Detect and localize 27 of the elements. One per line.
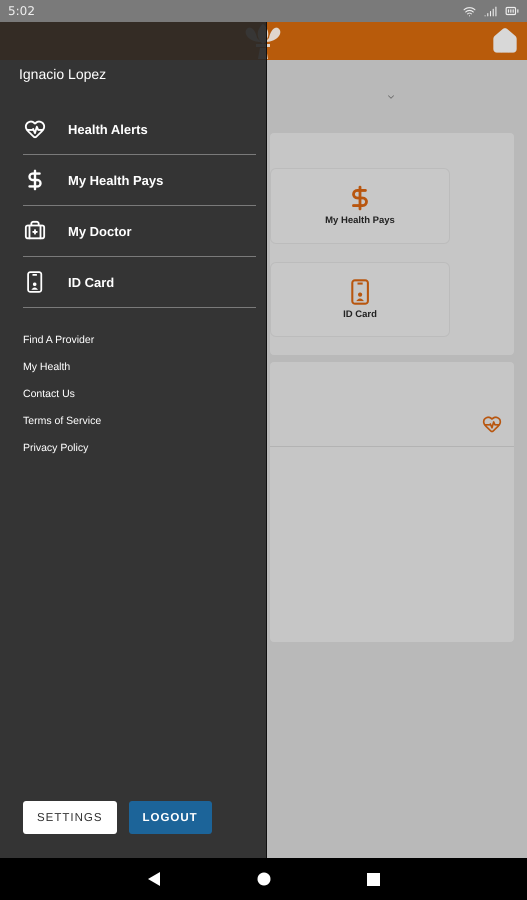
drawer-item[interactable]: ID Card — [23, 257, 256, 308]
heart-pulse-icon — [482, 414, 502, 434]
recents-icon[interactable] — [367, 872, 380, 886]
battery-icon — [505, 4, 519, 18]
heart-pulse-icon — [24, 118, 46, 140]
id-phone-icon — [350, 278, 370, 305]
home-icon[interactable] — [491, 27, 519, 55]
wifi-icon — [463, 4, 476, 18]
back-icon[interactable] — [147, 871, 161, 887]
home-circle-icon[interactable] — [257, 872, 271, 886]
shortcut-tile[interactable]: ID Card — [270, 262, 450, 337]
signal-icon — [484, 4, 497, 18]
drawer-item[interactable]: My Health Pays — [23, 155, 256, 206]
user-name: Ignacio Lopez — [19, 66, 108, 82]
id-phone-icon — [27, 271, 43, 293]
drawer-link[interactable]: Contact Us — [23, 388, 256, 400]
drawer-item[interactable]: Health Alerts — [23, 104, 256, 155]
settings-button[interactable]: SETTINGS — [23, 801, 117, 834]
shortcut-tile[interactable]: My Health Pays — [270, 168, 450, 244]
logout-button[interactable]: LOGOUT — [128, 801, 212, 834]
drawer-link[interactable]: My Health — [23, 361, 256, 373]
drawer-link[interactable]: Terms of Service — [23, 415, 256, 427]
medical-kit-icon — [24, 220, 46, 242]
status-time: 5:02 — [8, 4, 35, 18]
drawer-item[interactable]: My Doctor — [23, 206, 256, 257]
drawer-link[interactable]: Privacy Policy — [23, 442, 256, 454]
drawer-link[interactable]: Find A Provider — [23, 334, 256, 346]
